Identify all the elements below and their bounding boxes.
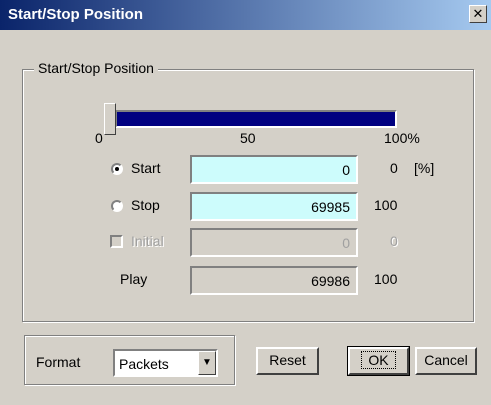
initial-checkbox[interactable] [110, 235, 123, 248]
start-percent: 0 [390, 160, 398, 176]
cancel-button[interactable]: Cancel [415, 347, 477, 375]
chevron-down-icon[interactable]: ▼ [198, 351, 216, 375]
position-slider-range [117, 112, 395, 126]
title-bar: Start/Stop Position ✕ [0, 0, 491, 30]
position-slider-handle[interactable] [104, 103, 116, 135]
position-slider-track[interactable] [115, 110, 397, 128]
stop-radio[interactable] [111, 200, 123, 212]
format-select[interactable]: Packets ▼ [113, 349, 218, 377]
stop-percent: 100 [374, 197, 398, 213]
slider-tick-50: 50 [240, 130, 256, 146]
ok-button-label: OK [361, 351, 396, 369]
play-percent: 100 [374, 271, 398, 287]
slider-tick-0: 0 [95, 130, 103, 146]
close-button[interactable]: ✕ [469, 5, 487, 23]
start-radio[interactable] [111, 163, 123, 175]
group-label: Start/Stop Position [34, 60, 158, 76]
play-field: 69986 [190, 266, 358, 295]
ok-button[interactable]: OK [347, 346, 410, 376]
stop-label: Stop [131, 197, 160, 213]
stop-field[interactable]: 69985 [190, 192, 358, 221]
start-label: Start [131, 160, 161, 176]
reset-button[interactable]: Reset [256, 347, 319, 375]
format-select-value: Packets [119, 356, 169, 372]
initial-percent: 0 [390, 233, 398, 249]
percent-unit: [%] [414, 160, 435, 176]
close-icon: ✕ [472, 6, 484, 21]
slider-tick-100: 100% [384, 130, 420, 146]
window-title: Start/Stop Position [8, 6, 143, 23]
start-field[interactable]: 0 [190, 155, 358, 184]
play-label: Play [120, 271, 148, 287]
format-label: Format [36, 354, 81, 370]
initial-label: Initial [131, 233, 164, 249]
initial-field: 0 [190, 228, 358, 257]
